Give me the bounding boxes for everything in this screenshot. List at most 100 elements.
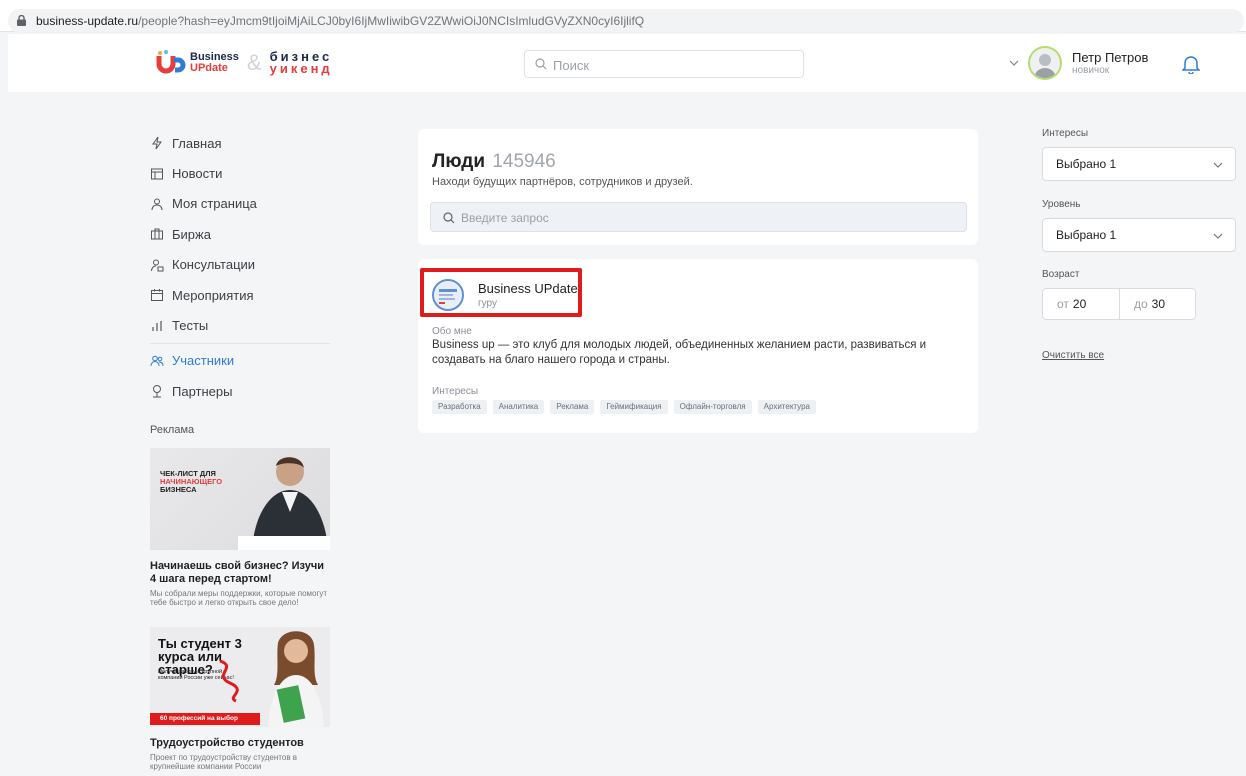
- sidebar-item-label: Консультации: [172, 257, 256, 273]
- filters-panel: Интересы Выбрано 1 Уровень Выбрано 1 Воз…: [1042, 128, 1236, 361]
- sidebar-nav: Главная Новости Моя страница Биржа Консу…: [150, 128, 340, 407]
- interests-label: Интересы: [432, 386, 479, 397]
- age-to-field[interactable]: до 30: [1118, 289, 1195, 319]
- age-from-field[interactable]: от 20: [1043, 289, 1119, 319]
- url-path: /people?hash=eyJmcm9tIjoiMjAiLCJ0byI6IjM…: [138, 14, 645, 28]
- ad-image[interactable]: ЧЕК-ЛИСТ ДЛЯ НАЧИНАЮЩЕГО БИЗНЕСА: [150, 448, 330, 550]
- sidebar-item-events[interactable]: Мероприятия: [150, 280, 340, 310]
- people-icon: [150, 355, 164, 366]
- calendar-icon: [151, 289, 163, 302]
- chevron-down-icon: [1213, 162, 1223, 168]
- arrow-graphic: [219, 659, 239, 703]
- page-title-text: Люди: [432, 151, 486, 172]
- sidebar-item-members[interactable]: Участники: [150, 346, 340, 376]
- interest-tag: Разработка: [432, 400, 487, 414]
- news-icon: [151, 168, 163, 180]
- people-search-input[interactable]: [461, 209, 951, 227]
- ad-text: Проект по трудоустройству студентов в кр…: [150, 753, 298, 771]
- ad-title[interactable]: Начинаешь свой бизнес? Изучи 4 шага пере…: [150, 560, 330, 586]
- search-icon: [443, 212, 455, 224]
- interest-tag: Аналитика: [492, 400, 545, 414]
- about-label: Обо мне: [432, 326, 472, 337]
- age-to-value: 30: [1151, 297, 1166, 311]
- ad-image-text: ЧЕК-ЛИСТ ДЛЯ НАЧИНАЮЩЕГО БИЗНЕСА: [160, 470, 222, 494]
- url-field[interactable]: business-update.ru/people?hash=eyJmcm9tI…: [8, 9, 1244, 33]
- site-header: Business UPdate & бизнес уикенд Петр Пет…: [8, 34, 1246, 92]
- interest-tag: Реклама: [550, 400, 595, 414]
- user-rank: новичок: [1072, 65, 1110, 76]
- interest-tag: Геймификация: [600, 400, 668, 414]
- page-title: Люди 145946: [432, 151, 556, 173]
- logo-wordmark: Business UPdate: [190, 52, 239, 74]
- sidebar-item-label: Новости: [172, 166, 223, 182]
- sidebar-item-label: Тесты: [172, 318, 209, 334]
- people-header-card: Люди 145946 Находи будущих партнёров, со…: [418, 129, 978, 245]
- about-text: Business up — это клуб для молодых людей…: [432, 339, 927, 366]
- logo-ampersand: &: [246, 50, 262, 75]
- age-from-prefix: от: [1057, 297, 1069, 311]
- person-card[interactable]: Business UPdate гуру Обо мне Business up…: [418, 259, 978, 433]
- handshake-icon: [153, 385, 161, 398]
- interest-tag: Офлайн-торговля: [673, 400, 752, 414]
- header-search-input[interactable]: [553, 55, 793, 75]
- user-name: Петр Петров: [1072, 50, 1149, 65]
- user-icon: [151, 198, 163, 211]
- clear-filters-link[interactable]: Очистить все: [1042, 350, 1236, 361]
- sidebar-item-tests[interactable]: Тесты: [150, 310, 340, 340]
- sidebar-item-label: Мероприятия: [172, 287, 254, 303]
- sidebar-item-home[interactable]: Главная: [150, 128, 340, 158]
- filter-age-label: Возраст: [1042, 269, 1080, 280]
- sidebar-item-consultations[interactable]: Консультации: [150, 250, 340, 280]
- ad-image-badge: 60 профессий на выбор: [150, 713, 260, 725]
- user-silhouette-icon: [1034, 54, 1056, 78]
- chart-icon: [152, 320, 162, 331]
- lock-icon: [17, 15, 26, 26]
- filter-level-value: Выбрано 1: [1056, 228, 1117, 242]
- ad-card-students[interactable]: Ты студент 3 курса или старше? Получи ра…: [150, 627, 330, 771]
- browser-address-bar: business-update.ru/people?hash=eyJmcm9tI…: [0, 0, 1246, 33]
- sidebar-item-news[interactable]: Новости: [150, 158, 340, 188]
- consult-icon: [151, 259, 164, 272]
- logo-biz2: уикенд: [269, 61, 333, 76]
- sidebar-item-partners[interactable]: Партнеры: [150, 376, 340, 406]
- search-icon: [535, 58, 547, 70]
- ads-heading: Реклама: [150, 424, 195, 436]
- url-host: business-update.ru: [36, 14, 139, 28]
- age-to-prefix: до: [1133, 297, 1148, 311]
- briefcase-icon: [151, 228, 163, 240]
- page-subtitle: Находи будущих партнёров, сотрудников и …: [432, 176, 693, 188]
- interest-tag: Архитектура: [757, 400, 816, 414]
- interest-tags: Разработка Аналитика Реклама Геймификаци…: [432, 400, 822, 414]
- logo-line2: UPdate: [190, 62, 228, 74]
- header-search[interactable]: [524, 50, 804, 78]
- ad-text: Мы собрали меры поддержки, которые помог…: [150, 589, 328, 607]
- age-from-value: 20: [1072, 297, 1087, 311]
- sidebar-item-exchange[interactable]: Биржа: [150, 219, 340, 249]
- ad-image[interactable]: Ты студент 3 курса или старше? Получи ра…: [150, 627, 330, 727]
- man-photo: [238, 457, 330, 550]
- sidebar-item-my-page[interactable]: Моя страница: [150, 189, 340, 219]
- chevron-down-icon[interactable]: [1008, 57, 1020, 69]
- ad-image-line: БИЗНЕСА: [160, 485, 197, 494]
- filter-level-label: Уровень: [1042, 199, 1081, 210]
- ad-card-checklist[interactable]: ЧЕК-ЛИСТ ДЛЯ НАЧИНАЮЩЕГО БИЗНЕСА Начинае…: [150, 448, 330, 607]
- logo-up-icon: [156, 50, 186, 74]
- bell-icon[interactable]: [1182, 54, 1200, 74]
- highlight-box: [420, 268, 582, 317]
- sidebar-item-label: Главная: [172, 135, 222, 151]
- ad-title[interactable]: Трудоустройство студентов: [150, 737, 330, 750]
- filter-level-select[interactable]: Выбрано 1: [1042, 218, 1236, 252]
- sidebar-item-label: Партнеры: [172, 383, 233, 399]
- sidebar-item-label: Биржа: [172, 226, 211, 242]
- user-info: Петр Петров новичок: [1072, 50, 1148, 76]
- filter-interests-value: Выбрано 1: [1056, 157, 1117, 171]
- site-logo[interactable]: Business UPdate & бизнес уикенд: [156, 48, 333, 78]
- people-search[interactable]: [430, 202, 967, 232]
- filter-interests-select[interactable]: Выбрано 1: [1042, 147, 1236, 181]
- avatar[interactable]: [1028, 46, 1062, 80]
- woman-photo: [268, 631, 324, 727]
- user-menu[interactable]: Петр Петров новичок: [1008, 46, 1148, 80]
- logo-weekend: бизнес уикенд: [269, 50, 333, 76]
- filter-age-range: от 20 до 30: [1042, 288, 1196, 320]
- chevron-down-icon: [1213, 233, 1223, 239]
